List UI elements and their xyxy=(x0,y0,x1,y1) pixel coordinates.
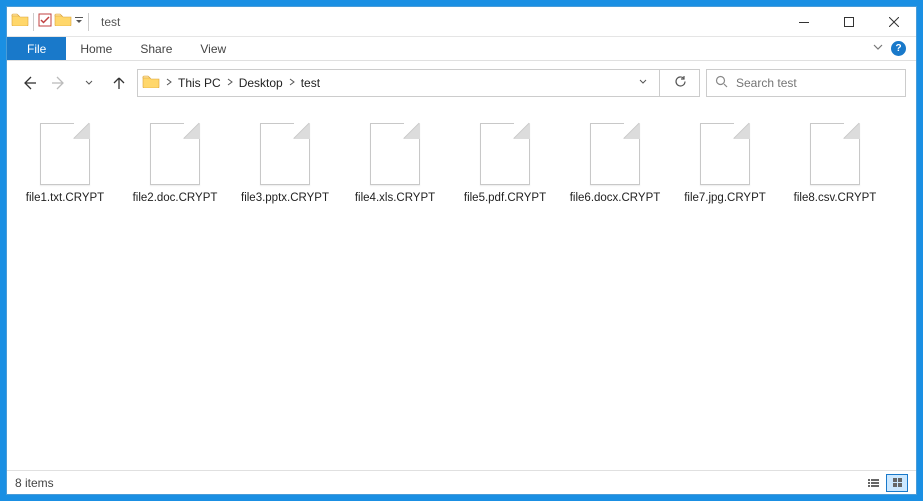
up-button[interactable] xyxy=(107,71,131,95)
expand-ribbon-icon[interactable] xyxy=(873,42,883,55)
file-item[interactable]: file4.xls.CRYPT xyxy=(345,119,445,210)
close-button[interactable] xyxy=(871,7,916,36)
file-label: file5.pdf.CRYPT xyxy=(464,191,546,206)
file-label: file2.doc.CRYPT xyxy=(133,191,218,206)
file-label: file4.xls.CRYPT xyxy=(355,191,435,206)
navigation-row: This PC Desktop test xyxy=(7,61,916,105)
file-icon xyxy=(260,123,310,185)
crumb-sep-2[interactable] xyxy=(287,78,297,88)
breadcrumb-this-pc[interactable]: This PC xyxy=(174,76,225,90)
folder-icon-2[interactable] xyxy=(54,12,72,31)
file-item[interactable]: file7.jpg.CRYPT xyxy=(675,119,775,210)
breadcrumb-desktop[interactable]: Desktop xyxy=(235,76,287,90)
tab-file[interactable]: File xyxy=(7,37,66,60)
quick-access-toolbar: test xyxy=(7,12,120,31)
view-details-button[interactable] xyxy=(862,474,884,492)
address-folder-icon xyxy=(142,74,160,93)
back-button[interactable] xyxy=(17,71,41,95)
address-divider xyxy=(659,70,660,96)
file-item[interactable]: file6.docx.CRYPT xyxy=(565,119,665,210)
file-icon xyxy=(700,123,750,185)
file-item[interactable]: file3.pptx.CRYPT xyxy=(235,119,335,210)
recent-locations-button[interactable] xyxy=(77,71,101,95)
refresh-button[interactable] xyxy=(666,75,695,91)
forward-button[interactable] xyxy=(47,71,71,95)
crumb-sep-1[interactable] xyxy=(225,78,235,88)
tab-home[interactable]: Home xyxy=(66,37,126,60)
tab-view[interactable]: View xyxy=(186,37,240,60)
file-item[interactable]: file5.pdf.CRYPT xyxy=(455,119,555,210)
file-icon xyxy=(810,123,860,185)
file-icon xyxy=(150,123,200,185)
maximize-button[interactable] xyxy=(826,7,871,36)
breadcrumb-current[interactable]: test xyxy=(297,76,324,90)
file-label: file8.csv.CRYPT xyxy=(794,191,877,206)
file-item[interactable]: file8.csv.CRYPT xyxy=(785,119,885,210)
crumb-sep-0[interactable] xyxy=(164,78,174,88)
file-icon xyxy=(590,123,640,185)
properties-icon[interactable] xyxy=(38,13,52,30)
file-icon xyxy=(40,123,90,185)
ribbon-tabs: File Home Share View ? xyxy=(7,37,916,61)
file-icon xyxy=(370,123,420,185)
file-item[interactable]: file1.txt.CRYPT xyxy=(15,119,115,210)
view-large-icons-button[interactable] xyxy=(886,474,908,492)
file-label: file3.pptx.CRYPT xyxy=(241,191,329,206)
file-icon xyxy=(480,123,530,185)
title-bar: test xyxy=(7,7,916,37)
search-icon xyxy=(715,75,728,91)
view-switcher xyxy=(862,474,908,492)
help-icon[interactable]: ? xyxy=(891,41,906,56)
explorer-window: test File Home Share View ? This PC xyxy=(6,6,917,495)
address-dropdown-icon[interactable] xyxy=(633,78,653,88)
minimize-button[interactable] xyxy=(781,7,826,36)
files-grid: file1.txt.CRYPT file2.doc.CRYPT file3.pptx… xyxy=(15,119,908,210)
search-input[interactable] xyxy=(736,76,897,90)
ribbon-right: ? xyxy=(873,37,916,60)
file-label: file1.txt.CRYPT xyxy=(26,191,104,206)
qat-dropdown-icon[interactable] xyxy=(74,16,84,28)
folder-icon xyxy=(11,12,29,31)
window-title: test xyxy=(101,15,120,29)
qat-separator-2 xyxy=(88,13,89,31)
address-right xyxy=(633,70,695,96)
file-label: file7.jpg.CRYPT xyxy=(684,191,766,206)
qat-separator xyxy=(33,13,34,31)
file-label: file6.docx.CRYPT xyxy=(570,191,661,206)
window-controls xyxy=(781,7,916,36)
address-bar[interactable]: This PC Desktop test xyxy=(137,69,700,97)
file-item[interactable]: file2.doc.CRYPT xyxy=(125,119,225,210)
item-count: 8 items xyxy=(15,476,54,490)
search-box[interactable] xyxy=(706,69,906,97)
status-bar: 8 items xyxy=(7,470,916,494)
tab-share[interactable]: Share xyxy=(126,37,186,60)
content-area: file1.txt.CRYPT file2.doc.CRYPT file3.pptx… xyxy=(7,105,916,470)
